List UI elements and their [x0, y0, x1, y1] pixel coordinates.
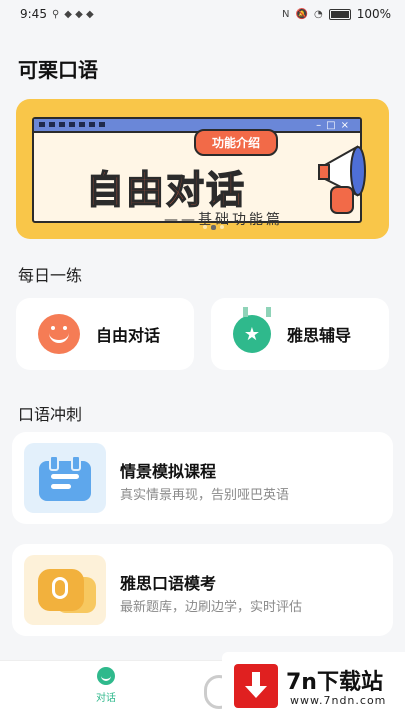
scenario-course-desc: 真实情景再现，告别哑巴英语 [120, 488, 290, 503]
nfc-icon: N [282, 8, 290, 20]
megaphone-icon [318, 145, 366, 214]
wifi-icon: ◔ [313, 8, 323, 20]
banner-pager [203, 225, 224, 230]
status-bar: 9:45 ⚲ ◆ ◆ ◆ N 🔕 ◔ 100% [0, 0, 405, 28]
status-time: 9:45 [20, 7, 47, 21]
banner-headline: 自由对话 [85, 167, 247, 213]
banner-illustration: –□× 功能介绍 自由对话 ——基础功能篇 [32, 117, 362, 228]
dialogue-tab-icon [97, 667, 115, 685]
watermark: 7n下载站 www.7ndn.com [222, 652, 405, 720]
banner-tag: 功能介绍 [194, 129, 279, 156]
ielts-mock-title: 雅思口语模考 [120, 574, 217, 593]
window-controls-icon: –□× [316, 120, 354, 131]
scenario-course-title: 情景模拟课程 [120, 462, 217, 481]
watermark-url: www.7ndn.com [290, 694, 387, 707]
ielts-mock-card[interactable]: 雅思口语模考 最新题库，边刷边学，实时评估 [12, 544, 393, 636]
ielts-mock-thumb [24, 555, 106, 625]
notification-icons: ◆ ◆ ◆ [64, 8, 94, 20]
chat-smile-icon [38, 314, 80, 354]
app-title: 可栗口语 [18, 58, 98, 82]
speaking-sprint-title: 口语冲刺 [18, 405, 83, 424]
usb-icon: ⚲ [51, 8, 60, 20]
medal-star-icon: ★ [233, 307, 271, 353]
microphone-bubble-icon [52, 577, 68, 599]
ielts-mock-desc: 最新题库，边刷边学，实时评估 [120, 600, 303, 615]
free-talk-card[interactable]: 自由对话 [16, 298, 194, 370]
calendar-icon [39, 455, 91, 501]
daily-practice-title: 每日一练 [18, 266, 83, 285]
battery-level: 100% [356, 7, 391, 21]
battery-icon [328, 8, 351, 20]
tab-dialogue[interactable]: 对话 [84, 667, 128, 704]
ielts-tutoring-label: 雅思辅导 [287, 326, 352, 345]
scenario-course-thumb [24, 443, 106, 513]
free-talk-label: 自由对话 [96, 326, 161, 345]
download-arrow-icon [234, 664, 278, 708]
watermark-title: 7n下载站 [286, 670, 383, 695]
tab-dialogue-label: 对话 [96, 693, 116, 704]
feature-banner[interactable]: –□× 功能介绍 自由对话 ——基础功能篇 [16, 99, 389, 239]
mute-icon: 🔕 [295, 8, 308, 20]
ielts-tutoring-card[interactable]: ★ 雅思辅导 [211, 298, 389, 370]
scenario-course-card[interactable]: 情景模拟课程 真实情景再现，告别哑巴英语 [12, 432, 393, 524]
